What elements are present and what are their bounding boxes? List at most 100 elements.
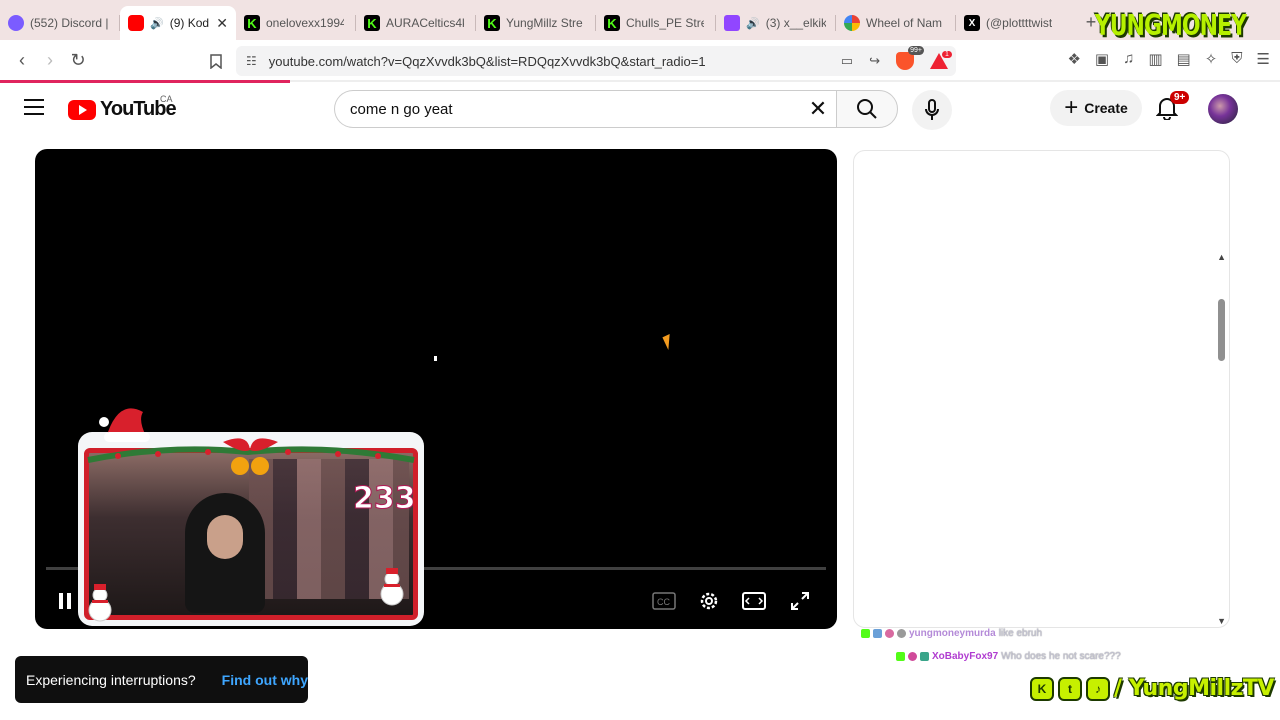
svg-text:CC: CC [657, 597, 670, 607]
tab-wheel[interactable]: Wheel of Nam [836, 6, 956, 40]
scrollbar-thumb[interactable] [1218, 299, 1225, 361]
tab-label: (9) Kod [169, 16, 210, 30]
close-tab-icon[interactable]: ✕ [216, 15, 228, 32]
sub-badge-icon [873, 629, 882, 638]
leo-icon[interactable]: ✧ [1205, 50, 1218, 68]
media-icon[interactable]: ♫ [1123, 50, 1134, 68]
guide-menu-icon[interactable] [24, 99, 44, 115]
tab-x[interactable]: X (@plottttwist [956, 6, 1076, 40]
tab-kick-3[interactable]: K YungMillz Stre [476, 6, 596, 40]
notification-badge: 9+ [1170, 91, 1190, 104]
chat-side-panel[interactable]: ▲ ▼ [853, 150, 1230, 628]
chat-username: XoBabyFox97 [932, 651, 999, 662]
tab-youtube[interactable]: 🔊 (9) Kod ✕ [120, 6, 236, 40]
country-code: CA [160, 94, 173, 104]
subtitles-button[interactable]: CC [650, 587, 678, 615]
overlay-brand-title: YUNGMONEY [1094, 10, 1247, 43]
social-overlay: K t ♪ / YungMillzTV [1030, 676, 1274, 701]
x-icon: X [964, 15, 980, 31]
fullscreen-icon [791, 592, 809, 610]
kick-icon: K [484, 15, 500, 31]
plus-icon: + [1064, 94, 1079, 121]
reload-icon[interactable]: ↻ [64, 46, 92, 74]
chat-username: yungmoneymurda [909, 628, 996, 639]
mouse-cursor [662, 333, 676, 351]
gift-badge-icon [920, 652, 929, 661]
twitter-icon: t [1058, 676, 1082, 701]
bookmark-icon[interactable] [202, 47, 230, 75]
brave-rewards-icon[interactable]: 1 [930, 51, 952, 69]
audio-icon: 🔊 [150, 17, 164, 30]
twitch-icon [724, 15, 740, 31]
scroll-down-icon[interactable]: ▼ [1217, 616, 1226, 626]
chat-message: yungmoneymurda like ebruh [861, 628, 1042, 639]
account-avatar[interactable] [1208, 94, 1238, 124]
search-icon [857, 99, 877, 119]
back-icon[interactable]: ‹ [8, 46, 36, 74]
address-bar: ‹ › ↻ ☷ youtube.com/watch?v=QqzXvvdk3bQ&… [0, 40, 1280, 82]
webcam-overlay: 233 [78, 408, 424, 626]
search-value[interactable]: come n go yeat [350, 101, 453, 118]
holly-garland-icon [87, 438, 415, 475]
pause-icon [59, 593, 71, 609]
theater-mode-button[interactable] [740, 587, 768, 615]
kick-icon: K [244, 15, 260, 31]
create-button[interactable]: + Create [1050, 90, 1142, 126]
tab-kick-2[interactable]: K AURACeltics4k [356, 6, 476, 40]
gift-badge-icon [885, 629, 894, 638]
youtube-logo[interactable]: YouTube CA [68, 94, 177, 121]
extensions-icon[interactable]: ❖ [1067, 50, 1080, 68]
wheel-icon [844, 15, 860, 31]
scroll-up-icon[interactable]: ▲ [1217, 252, 1226, 262]
loading-indicator [434, 356, 437, 361]
youtube-play-icon [68, 99, 96, 120]
search-input[interactable]: come n go yeat ✕ [334, 90, 836, 128]
snowman-icon [88, 584, 112, 622]
chat-message: XoBabyFox97 Who does he not scare??? [896, 651, 1121, 662]
youtube-header: YouTube CA come n go yeat ✕ + Create 9+ [0, 83, 1280, 135]
voice-search-button[interactable] [912, 90, 952, 130]
fullscreen-button[interactable] [786, 587, 814, 615]
cast-icon[interactable]: ▭ [841, 53, 853, 69]
create-label: Create [1084, 100, 1128, 116]
kick-badge-icon [861, 629, 870, 638]
tab-twitch[interactable]: 🔊 (3) x__elkik [716, 6, 836, 40]
menu-icon[interactable]: ☰ [1257, 50, 1270, 68]
tab-kick-4[interactable]: K Chulls_PE Stre [596, 6, 716, 40]
tab-label: (@plottttwist [986, 16, 1053, 30]
subtitles-icon: CC [652, 592, 676, 610]
site-info-icon[interactable]: ☷ [246, 54, 257, 68]
tab-label: AURACeltics4k [386, 16, 464, 30]
settings-button[interactable] [695, 587, 723, 615]
notifications-button[interactable]: 9+ [1155, 91, 1190, 121]
url-field[interactable]: ☷ youtube.com/watch?v=QqzXvvdk3bQ&list=R… [236, 46, 956, 76]
share-icon[interactable]: ↪ [869, 53, 880, 69]
tab-label: YungMillz Stre [506, 16, 583, 30]
sub-badge-icon [908, 652, 917, 661]
interruption-toast: Experiencing interruptions? Find out why [15, 656, 308, 703]
tab-discord[interactable]: (552) Discord | [0, 6, 120, 40]
tab-label: Chulls_PE Stre [626, 16, 704, 30]
gear-icon [700, 592, 718, 610]
kick-badge-icon [896, 652, 905, 661]
kick-icon: K [1030, 676, 1054, 701]
brave-shields-icon[interactable]: 99+ [896, 46, 924, 70]
search-button[interactable] [836, 90, 898, 128]
wallet-icon[interactable]: ▤ [1177, 50, 1191, 68]
vpn-icon[interactable]: ⛨ [1231, 50, 1242, 68]
forward-icon[interactable]: › [36, 46, 64, 74]
tab-kick-1[interactable]: Konelovexx1994 [236, 6, 356, 40]
toast-message: Experiencing interruptions? [26, 671, 196, 688]
kick-icon: K [364, 15, 380, 31]
url-text[interactable]: youtube.com/watch?v=QqzXvvdk3bQ&list=RDQ… [269, 54, 706, 69]
streamer-face [207, 515, 243, 559]
tab-search-icon[interactable]: ▣ [1095, 50, 1109, 68]
tab-label: (3) x__elkik [765, 16, 826, 30]
theater-icon [742, 592, 766, 610]
pause-button[interactable] [51, 587, 79, 615]
clear-search-icon[interactable]: ✕ [806, 97, 830, 121]
discord-icon [8, 15, 24, 31]
find-out-why-link[interactable]: Find out why [222, 672, 308, 688]
kick-icon: K [604, 15, 620, 31]
sidebar-icon[interactable]: ▥ [1148, 50, 1162, 68]
